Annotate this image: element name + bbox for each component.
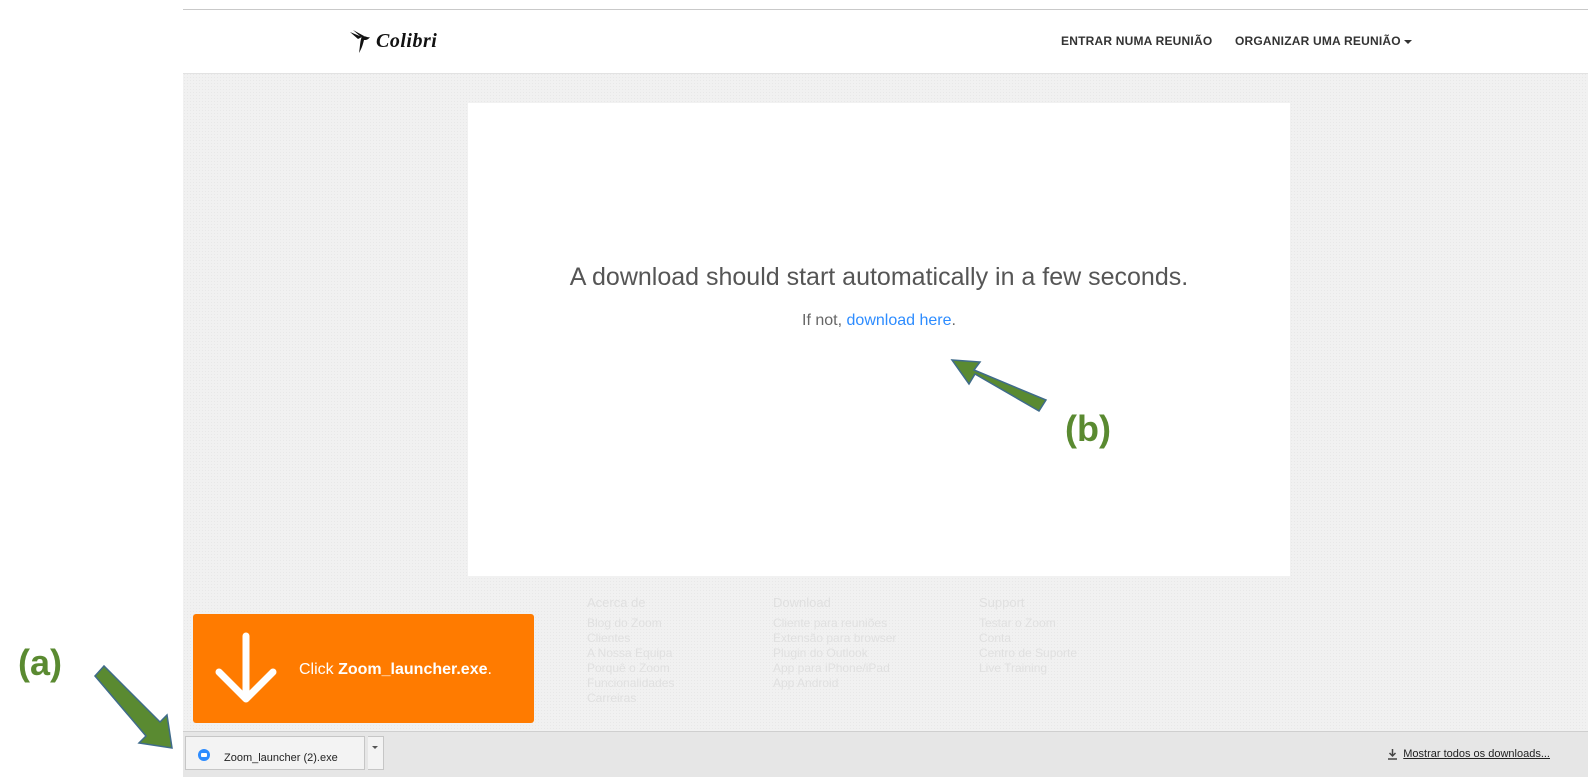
tip-text: Click Zoom_launcher.exe.: [299, 661, 492, 679]
fallback-prefix: If not,: [802, 312, 847, 329]
footer-link[interactable]: Cliente para reuniões: [773, 616, 896, 631]
footer-col-title: Support: [979, 595, 1025, 610]
annotation-label-b: (b): [1065, 408, 1111, 449]
download-tip-banner: Click Zoom_launcher.exe.: [193, 614, 534, 723]
arrow-down-icon: [215, 632, 277, 703]
download-item[interactable]: Zoom_launcher (2).exe: [185, 736, 365, 770]
footer-link[interactable]: Blog do Zoom: [587, 616, 674, 631]
footer-link[interactable]: Testar o Zoom: [979, 616, 1077, 631]
download-fallback: If not, download here.: [468, 312, 1290, 330]
footer-link[interactable]: Carreiras: [587, 691, 674, 706]
footer-col-support: Support Testar o Zoom Conta Centro de Su…: [979, 595, 1077, 676]
site-header: Colibri ENTRAR NUMA REUNIÃO ORGANIZAR UM…: [183, 10, 1588, 74]
download-icon: [1388, 748, 1398, 760]
footer-col-download: Download Cliente para reuniões Extensão …: [773, 595, 896, 691]
annotation-arrow-a: [94, 664, 173, 749]
footer-link[interactable]: Centro de Suporte: [979, 646, 1077, 661]
footer-link[interactable]: Conta: [979, 631, 1077, 646]
footer-col-about: Acerca de Blog do Zoom Clientes A Nossa …: [587, 595, 674, 706]
footer-link[interactable]: App Android: [773, 676, 896, 691]
colibri-logo[interactable]: Colibri: [348, 28, 437, 54]
footer-link[interactable]: Funcionalidades: [587, 676, 674, 691]
footer-link[interactable]: Clientes: [587, 631, 674, 646]
tip-suffix: .: [487, 661, 492, 678]
footer-link[interactable]: App para iPhone/iPad: [773, 661, 896, 676]
nav-host-label: ORGANIZAR UMA REUNIÃO: [1235, 34, 1401, 48]
show-all-label: Mostrar todos os downloads...: [1403, 748, 1550, 760]
caret-down-icon: [1403, 39, 1412, 44]
footer-link[interactable]: Porquê o Zoom: [587, 661, 674, 676]
download-item-menu-button[interactable]: [368, 736, 384, 770]
footer-link[interactable]: A Nossa Equipa: [587, 646, 674, 661]
download-here-link[interactable]: download here: [847, 312, 952, 329]
footer-link[interactable]: Plugin do Outlook: [773, 646, 896, 661]
download-card: A download should start automatically in…: [468, 103, 1290, 576]
nav-host-meeting[interactable]: ORGANIZAR UMA REUNIÃO: [1235, 34, 1412, 48]
annotation-label-a: (a): [18, 642, 62, 683]
footer-col-title: Acerca de: [587, 595, 646, 610]
download-shelf: Zoom_launcher (2).exe Mostrar todos os d…: [183, 731, 1588, 777]
download-message: A download should start automatically in…: [569, 263, 1189, 291]
hummingbird-icon: [350, 30, 370, 53]
footer-col-title: Download: [773, 595, 831, 610]
logo-text: Colibri: [376, 29, 438, 52]
nav-join-meeting[interactable]: ENTRAR NUMA REUNIÃO: [1061, 34, 1212, 48]
tip-prefix: Click: [299, 661, 339, 678]
show-all-downloads-link[interactable]: Mostrar todos os downloads...: [1387, 748, 1550, 760]
footer-link[interactable]: Extensão para browser: [773, 631, 896, 646]
footer-link[interactable]: Live Training: [979, 661, 1077, 676]
tip-filename: Zoom_launcher.exe: [338, 661, 488, 678]
zoom-app-icon: [198, 749, 210, 761]
fallback-suffix: .: [951, 312, 956, 329]
download-file-name: Zoom_launcher (2).exe: [224, 752, 338, 764]
